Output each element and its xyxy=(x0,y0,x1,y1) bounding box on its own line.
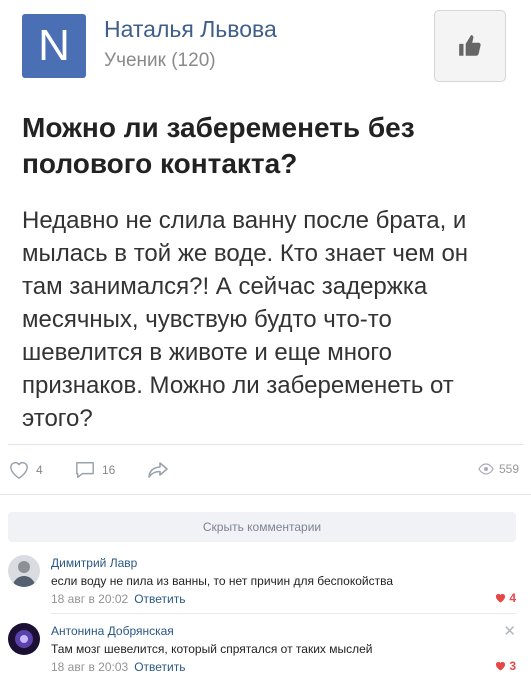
like-count: 4 xyxy=(36,463,43,477)
reply-link[interactable]: Ответить xyxy=(134,660,185,674)
avatar-photo-icon xyxy=(8,623,40,655)
comment-text: Там мозг шевелится, который спрятался от… xyxy=(51,642,373,656)
comment-count: 16 xyxy=(102,463,116,477)
comment-meta: 18 авг в 20:02 Ответить xyxy=(51,592,185,606)
heart-icon xyxy=(496,661,506,671)
reply-link[interactable]: Ответить xyxy=(134,592,185,606)
share-action[interactable] xyxy=(146,460,170,480)
comment-like-button[interactable]: 3 xyxy=(495,659,516,673)
commenter-name[interactable]: Димитрий Лавр xyxy=(51,556,137,570)
comment-action[interactable]: 16 xyxy=(74,460,115,480)
comment-like-count: 4 xyxy=(509,591,516,605)
post-actions: 4 16 559 xyxy=(8,452,519,488)
divider xyxy=(0,494,531,495)
post-body: Недавно не слила ванну после брата, и мы… xyxy=(22,207,469,432)
commenter-name[interactable]: Антонина Добрянская xyxy=(51,624,174,638)
comment-meta: 18 авг в 20:03 Ответить xyxy=(51,660,185,674)
post-header: N Наталья Львова Ученик (120) xyxy=(22,10,506,82)
thumbs-up-icon xyxy=(459,35,481,56)
comment-item: Антонина Добрянская ✕ Там мозг шевелится… xyxy=(8,619,516,679)
post-title: Можно ли забеременеть без полового конта… xyxy=(22,112,415,179)
comment-date[interactable]: 18 авг в 20:02 xyxy=(51,592,128,606)
comment-text: если воду не пила из ванны, то нет причи… xyxy=(51,574,394,588)
comment-icon xyxy=(76,462,94,478)
divider xyxy=(8,444,523,445)
views-count: 559 xyxy=(498,462,519,476)
comment-like-button[interactable]: 4 xyxy=(495,591,516,605)
hide-comments-button[interactable]: Скрыть комментарии xyxy=(8,512,516,542)
close-icon[interactable]: ✕ xyxy=(503,622,516,640)
avatar-photo-icon xyxy=(8,555,40,587)
share-arrow-icon xyxy=(148,462,168,478)
comment-date[interactable]: 18 авг в 20:03 xyxy=(51,660,128,674)
comment-item: Димитрий Лавр если воду не пила из ванны… xyxy=(8,551,516,611)
views-indicator: 559 xyxy=(478,462,519,476)
comment-like-count: 3 xyxy=(509,659,516,673)
like-action[interactable]: 4 xyxy=(8,460,43,480)
author-avatar[interactable]: N xyxy=(22,14,86,78)
heart-outline-icon xyxy=(10,462,28,480)
author-rank: Ученик (120) xyxy=(104,50,216,71)
commenter-avatar[interactable] xyxy=(8,623,40,655)
eye-icon xyxy=(478,463,494,475)
like-post-button[interactable] xyxy=(434,10,506,82)
author-name[interactable]: Наталья Львова xyxy=(104,16,277,43)
commenter-avatar[interactable] xyxy=(8,555,40,587)
heart-icon xyxy=(496,593,506,603)
divider xyxy=(51,613,516,614)
